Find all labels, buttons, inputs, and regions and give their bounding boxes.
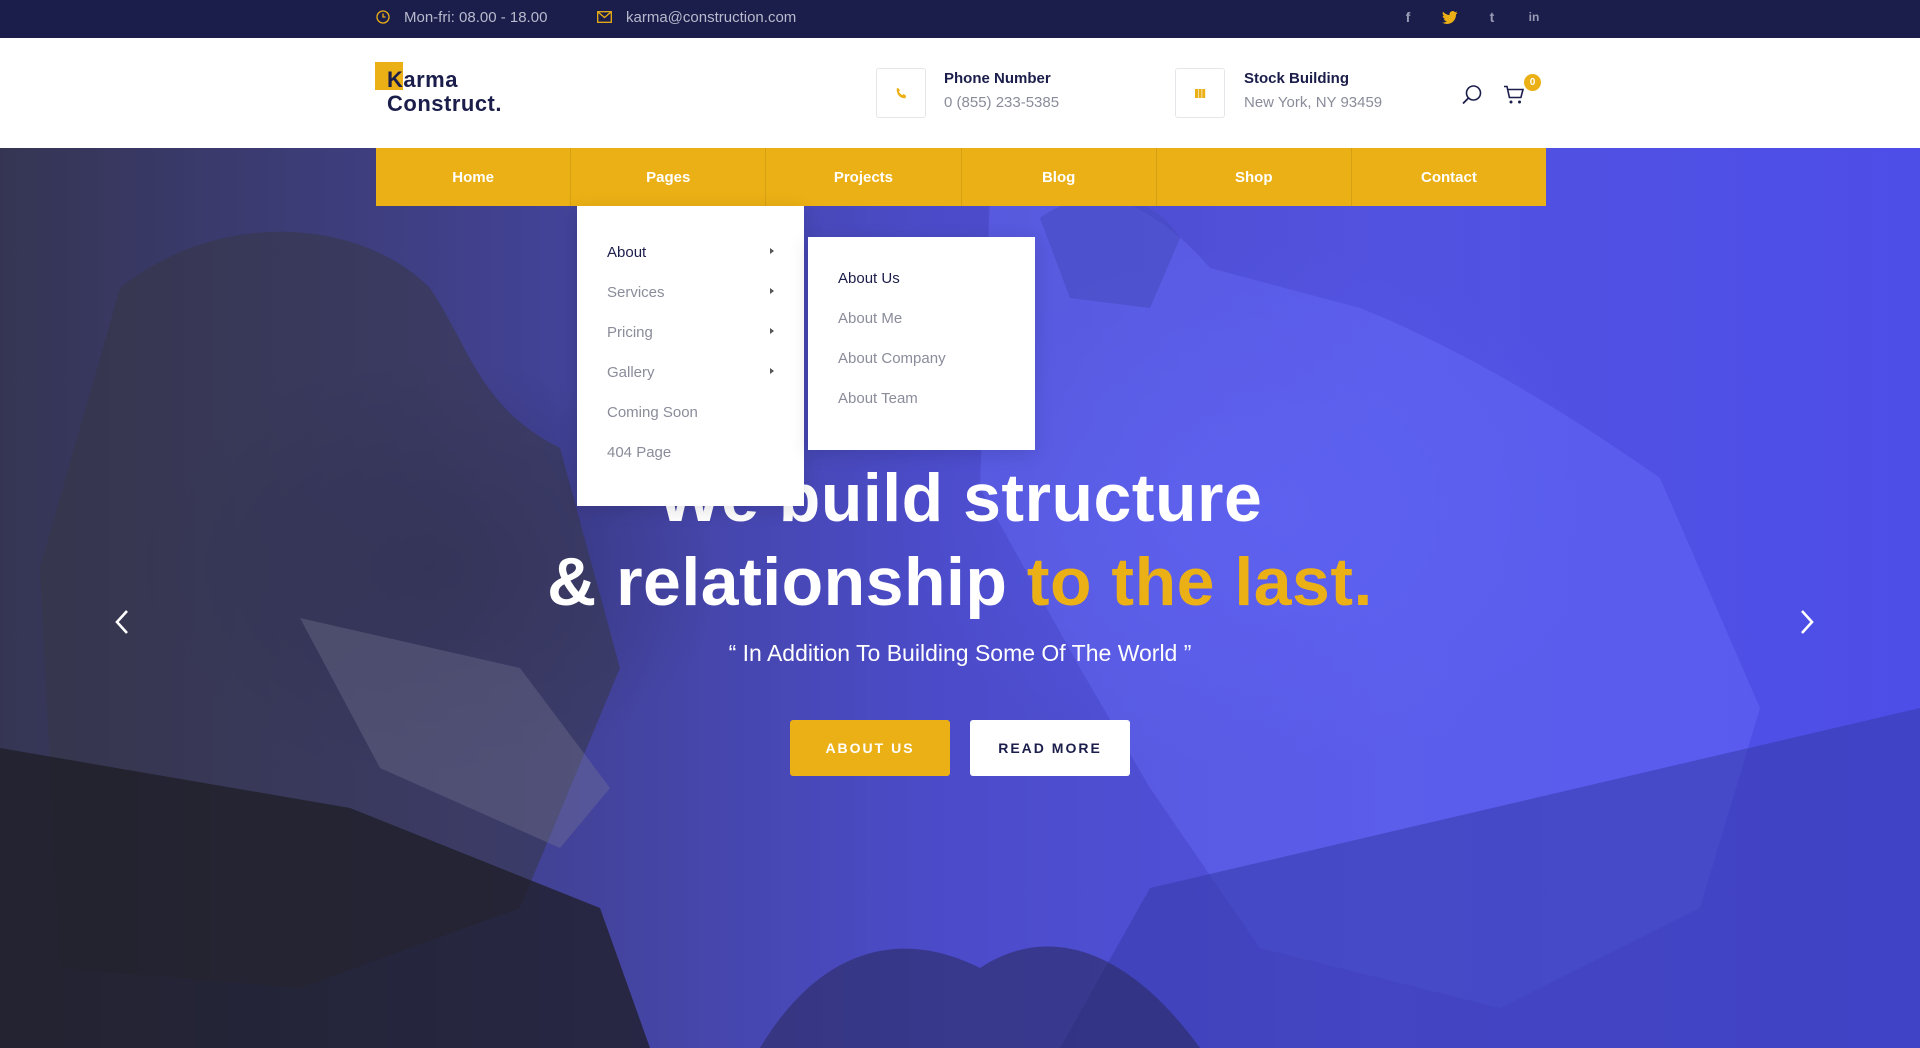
read-more-button[interactable]: READ MORE bbox=[970, 720, 1130, 776]
submenu-item-about-company[interactable]: About Company bbox=[838, 350, 946, 367]
logo-line-1: Karma bbox=[387, 67, 458, 92]
logo-line-2: Construct. bbox=[387, 91, 502, 116]
search-icon[interactable] bbox=[1461, 84, 1483, 106]
caret-right-icon bbox=[770, 368, 774, 374]
linkedin-icon[interactable]: in bbox=[1523, 6, 1545, 28]
menu-item-about[interactable]: About bbox=[607, 244, 646, 261]
facebook-icon[interactable]: f bbox=[1397, 6, 1419, 28]
nav-projects[interactable]: Projects bbox=[766, 148, 962, 206]
menu-item-coming-soon[interactable]: Coming Soon bbox=[607, 404, 698, 421]
about-submenu: About Us About Me About Company About Te… bbox=[808, 237, 1035, 450]
pages-dropdown-menu: About Services Pricing Gallery Coming So… bbox=[577, 206, 804, 506]
main-navigation: Home Pages Projects Blog Shop Contact bbox=[376, 148, 1546, 206]
logo-text: Karma Construct. bbox=[387, 68, 502, 116]
submenu-item-about-me[interactable]: About Me bbox=[838, 310, 902, 327]
location-title: Stock Building bbox=[1244, 70, 1349, 87]
nav-pages[interactable]: Pages bbox=[571, 148, 767, 206]
tumblr-icon[interactable]: t bbox=[1481, 6, 1503, 28]
clock-icon bbox=[376, 10, 390, 24]
about-us-button[interactable]: ABOUT US bbox=[790, 720, 950, 776]
hours-info: Mon-fri: 08.00 - 18.00 bbox=[376, 0, 547, 34]
phone-title: Phone Number bbox=[944, 70, 1051, 87]
menu-item-pricing[interactable]: Pricing bbox=[607, 324, 653, 341]
chevron-left-icon bbox=[115, 610, 128, 634]
nav-contact[interactable]: Contact bbox=[1352, 148, 1546, 206]
nav-shop[interactable]: Shop bbox=[1157, 148, 1352, 206]
hero-title-line-1: We build structure bbox=[657, 460, 1263, 536]
submenu-item-about-team[interactable]: About Team bbox=[838, 390, 918, 407]
phone-value[interactable]: 0 (855) 233-5385 bbox=[944, 94, 1059, 111]
slider-prev-arrow[interactable] bbox=[102, 602, 142, 642]
location-value: New York, NY 93459 bbox=[1244, 94, 1383, 111]
hero-title-white: & relationship bbox=[547, 544, 1027, 620]
submenu-item-about-us[interactable]: About Us bbox=[838, 270, 900, 287]
cart-count-badge: 0 bbox=[1524, 74, 1541, 91]
menu-item-gallery[interactable]: Gallery bbox=[607, 364, 655, 381]
hero-quote: “ In Addition To Building Some Of The Wo… bbox=[728, 640, 1192, 666]
envelope-icon bbox=[597, 11, 612, 23]
twitter-icon[interactable] bbox=[1439, 6, 1461, 28]
hero-title-accent: to the last. bbox=[1026, 544, 1373, 620]
site-header: Karma Construct. Phone Number 0 (855) 23… bbox=[0, 38, 1920, 148]
phone-icon bbox=[896, 87, 906, 98]
slider-next-arrow[interactable] bbox=[1787, 602, 1827, 642]
site-logo[interactable]: Karma Construct. bbox=[375, 62, 525, 122]
cart-icon[interactable] bbox=[1503, 85, 1525, 105]
hero-title-line-2: & relationship to the last. bbox=[0, 540, 1920, 624]
email-text[interactable]: karma@construction.com bbox=[626, 9, 796, 26]
hours-text: Mon-fri: 08.00 - 18.00 bbox=[404, 8, 548, 26]
chevron-right-icon bbox=[1801, 610, 1814, 634]
nav-home[interactable]: Home bbox=[376, 148, 572, 206]
building-icon bbox=[1195, 89, 1206, 98]
menu-item-services[interactable]: Services bbox=[607, 284, 665, 301]
menu-item-404-page[interactable]: 404 Page bbox=[607, 444, 671, 461]
phone-icon-box bbox=[876, 68, 926, 118]
email-info[interactable]: karma@construction.com bbox=[597, 0, 796, 34]
top-bar: Mon-fri: 08.00 - 18.00 karma@constructio… bbox=[0, 0, 1920, 38]
caret-right-icon bbox=[770, 288, 774, 294]
building-icon-box bbox=[1175, 68, 1225, 118]
caret-right-icon bbox=[770, 248, 774, 254]
nav-blog[interactable]: Blog bbox=[962, 148, 1157, 206]
caret-right-icon bbox=[770, 328, 774, 334]
